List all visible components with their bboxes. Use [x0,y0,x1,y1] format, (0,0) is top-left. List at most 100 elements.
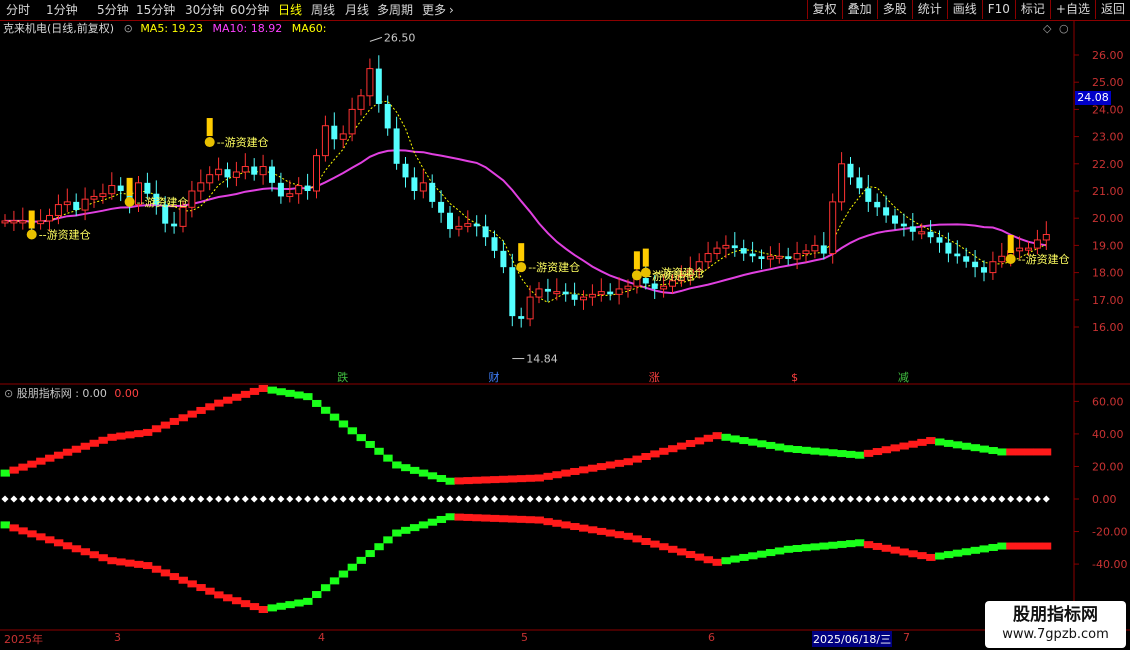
zero-diamond [188,495,196,503]
zero-diamond [126,495,134,503]
price-chart[interactable]: 26.00 25.00 24.00 23.00 22.00 21.00 20.00 19.00… [0,0,1130,650]
zero-diamond [526,495,534,503]
event-marker[interactable]: 财 [489,370,500,384]
zero-diamond [90,495,98,503]
zero-diamond [900,495,908,503]
zero-diamond [713,495,721,503]
candle-up [179,206,187,227]
dropdown-circle-icon[interactable]: ⊙ [4,387,13,400]
candle-down [972,261,979,268]
zero-diamond [357,495,365,503]
indicator-lower-step [1006,542,1016,550]
candle-up [1033,239,1041,249]
candle-down [117,185,124,191]
indicator-upper-step [899,442,909,450]
indicator-upper-step [142,428,153,436]
indicator-upper-step [125,431,135,439]
indicator-lower-step [1041,542,1052,550]
candle-down [785,256,792,259]
signal-bar [518,243,525,262]
candle-down [224,169,231,178]
zero-diamond [37,495,45,503]
indicator-lower-step [205,587,215,595]
indicator-lower-step [792,544,803,552]
indicator-upper-step [828,449,838,457]
indicator-lower-step [908,550,918,558]
indicator-upper-step [27,460,37,468]
zero-diamond [891,495,899,503]
indicator-lower-step [276,602,286,610]
indicator-lower-step [71,545,82,553]
indicator-lower-step [187,580,197,588]
indicator-upper-step [774,443,785,451]
zero-diamond [677,495,685,503]
indicator-upper-step [872,448,883,456]
watermark-url: www.7gpzb.com [1002,627,1109,642]
indicator-lower-step [516,515,527,523]
indicator-upper-step [587,464,598,472]
candle-up [206,174,214,184]
candle-down [429,182,436,202]
indicator-upper-step [169,417,180,425]
indicator-lower-step [320,584,331,592]
indicator-upper-step [721,433,731,441]
zero-diamond [455,495,463,503]
indicator-upper-step [80,442,91,450]
indicator-upper-step [383,454,393,462]
event-marker[interactable]: 跌 [337,370,348,384]
indicator-lower-step [365,550,375,558]
candle-up [108,185,116,195]
indicator-lower-step [27,530,37,538]
candle-down [544,288,551,292]
zero-diamond [482,495,490,503]
zero-diamond [401,495,410,503]
signal-bar [642,248,649,267]
indicator-upper-step [997,448,1007,456]
event-marker[interactable]: $ [791,371,798,384]
indicator-upper-step [819,448,829,456]
indicator-upper-step [409,466,420,474]
money-bag-icon [204,137,215,148]
zero-diamond [419,495,427,503]
indicator-upper-step [481,476,491,484]
candle-up [1042,234,1050,241]
indicator-upper-step [62,448,73,456]
zero-diamond [348,495,356,503]
indicator-upper-step [18,463,28,471]
signal-label: --游资建仓 [653,266,705,280]
indicator-lower-step [837,540,847,548]
event-marker[interactable]: 涨 [649,371,660,384]
candle-up [766,255,774,260]
indicator-upper-step [0,469,10,477]
zero-diamond [28,495,36,503]
zero-diamond [980,495,988,503]
zero-diamond [250,495,258,503]
zero-diamond [63,495,71,503]
candle-up [526,296,534,320]
indicator-lower-step [801,544,811,552]
indicator-upper-step [605,461,616,469]
indicator-upper-step [285,389,295,397]
indicator-lower-step [249,603,260,611]
candle-down [393,128,400,164]
indicator-upper-step [472,476,482,484]
zero-diamond [517,495,525,503]
indicator-upper-step [454,477,464,485]
indicator-upper-step [561,469,571,477]
date-year: 2025年 [4,633,43,646]
indicator-upper-step [445,477,455,485]
indicator-lower-step [952,549,963,557]
zero-diamond [259,495,267,503]
zero-diamond [944,495,952,503]
event-marker[interactable]: 减 [898,371,909,384]
indicator-lower-step [917,552,927,560]
indicator-upper-step [231,393,242,401]
zero-diamond [846,495,855,503]
candle-up [295,185,303,195]
indicator-lower-step [854,539,865,547]
indicator-lower-step [36,533,46,541]
candle-down [277,182,284,197]
candle-up [99,193,107,197]
zero-diamond [134,495,143,503]
money-bag-icon [124,196,135,207]
